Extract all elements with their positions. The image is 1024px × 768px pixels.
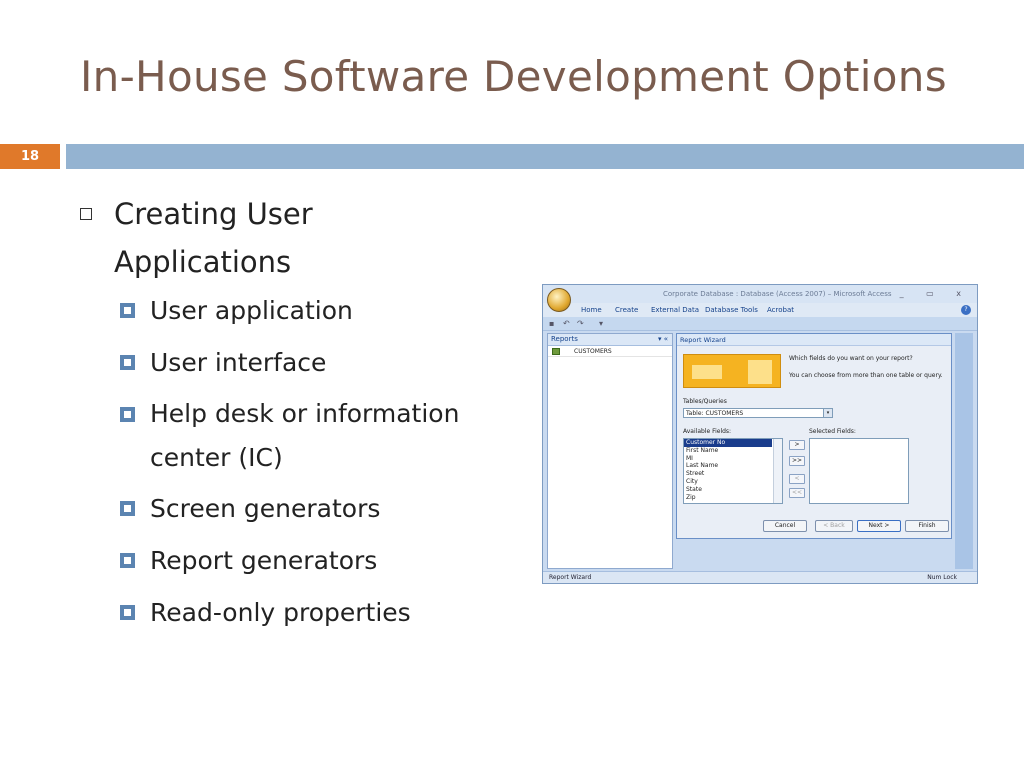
access-screenshot: Corporate Database : Database (Access 20… bbox=[542, 284, 978, 584]
navigation-pane: Reports ▾ « CUSTOMERS bbox=[547, 333, 673, 569]
window-caption: Corporate Database : Database (Access 20… bbox=[663, 290, 892, 298]
tables-label: Tables/Queries bbox=[683, 398, 727, 405]
status-bar: Report Wizard Num Lock bbox=[543, 571, 977, 583]
chevron-down-icon[interactable]: ▾ bbox=[823, 409, 832, 417]
sub-bullet-text: User application bbox=[150, 296, 353, 325]
slide-number: 18 bbox=[0, 144, 60, 169]
cancel-button[interactable]: Cancel bbox=[763, 520, 807, 532]
bullet-main-text: Creating User Applications bbox=[114, 197, 313, 279]
list-item[interactable]: Zip bbox=[684, 494, 782, 502]
help-icon[interactable]: ? bbox=[961, 305, 971, 315]
redo-icon[interactable]: ↷ bbox=[577, 319, 584, 328]
sub-bullet-text: Report generators bbox=[150, 546, 378, 575]
square-bullet-icon bbox=[120, 303, 135, 318]
selected-label: Selected Fields: bbox=[809, 428, 856, 435]
tab-home[interactable]: Home bbox=[581, 306, 602, 314]
available-fields-list[interactable]: Customer No First Name MI Last Name Stre… bbox=[683, 438, 783, 504]
list-item[interactable]: Customer No bbox=[684, 439, 772, 447]
ribbon-tabs: Home Create External Data Database Tools… bbox=[543, 303, 977, 317]
slide-title: In-House Software Development Options bbox=[80, 52, 947, 101]
tables-select-value: Table: CUSTOMERS bbox=[686, 410, 744, 417]
sub-bullet: Screen generators bbox=[120, 486, 520, 532]
sub-bullet: User application bbox=[120, 288, 520, 334]
finish-button[interactable]: Finish bbox=[905, 520, 949, 532]
next-button[interactable]: Next > bbox=[857, 520, 901, 532]
wizard-hint: You can choose from more than one table … bbox=[789, 372, 943, 379]
office-button-icon[interactable] bbox=[547, 288, 571, 312]
tab-database-tools[interactable]: Database Tools bbox=[705, 306, 758, 314]
wizard-titlebar: Report Wizard bbox=[677, 334, 951, 346]
table-icon bbox=[552, 348, 560, 355]
list-item[interactable]: State bbox=[684, 486, 782, 494]
sub-bullet-text: Read-only properties bbox=[150, 598, 411, 627]
undo-icon[interactable]: ↶ bbox=[563, 319, 570, 328]
customize-icon[interactable]: ▾ bbox=[599, 319, 603, 328]
list-item[interactable]: City bbox=[684, 478, 782, 486]
nav-header[interactable]: Reports ▾ « bbox=[548, 334, 672, 346]
list-item[interactable]: Street bbox=[684, 470, 782, 478]
sub-bullet: Report generators bbox=[120, 538, 520, 584]
wizard-question: Which fields do you want on your report? bbox=[789, 355, 913, 362]
wizard-illustration-icon bbox=[683, 354, 781, 388]
window-titlebar: Corporate Database : Database (Access 20… bbox=[543, 285, 977, 303]
ribbon-side-panel bbox=[955, 333, 973, 569]
remove-one-button[interactable]: < bbox=[789, 474, 805, 484]
sub-bullet-text: Help desk or information center (IC) bbox=[150, 399, 460, 472]
tab-acrobat[interactable]: Acrobat bbox=[767, 306, 794, 314]
back-button[interactable]: < Back bbox=[815, 520, 853, 532]
list-item[interactable]: MI bbox=[684, 455, 782, 463]
list-item[interactable]: First Name bbox=[684, 447, 782, 455]
header-bar bbox=[66, 144, 1024, 169]
square-bullet-icon bbox=[120, 407, 135, 422]
square-bullet-icon bbox=[120, 605, 135, 620]
window-controls[interactable]: _ ▭ x bbox=[900, 289, 971, 298]
move-one-button[interactable]: > bbox=[789, 440, 805, 450]
sub-bullet-text: Screen generators bbox=[150, 494, 381, 523]
sub-bullet: User interface bbox=[120, 340, 520, 386]
square-bullet-icon bbox=[120, 501, 135, 516]
square-bullet-icon bbox=[120, 355, 135, 370]
nav-item-customers[interactable]: CUSTOMERS bbox=[548, 346, 672, 357]
list-scrollbar[interactable] bbox=[773, 439, 782, 503]
nav-header-label: Reports bbox=[551, 335, 578, 343]
save-icon[interactable]: ▪ bbox=[549, 319, 554, 328]
report-wizard-dialog: Report Wizard Which fields do you want o… bbox=[676, 333, 952, 539]
bullet-main: Creating User Applications bbox=[80, 190, 520, 286]
available-label: Available Fields: bbox=[683, 428, 732, 435]
square-bullet-icon bbox=[120, 553, 135, 568]
nav-item-label: CUSTOMERS bbox=[574, 348, 612, 355]
quick-access-toolbar: ▪ ↶ ↷ ▾ bbox=[543, 317, 977, 331]
tab-create[interactable]: Create bbox=[615, 306, 638, 314]
status-left: Report Wizard bbox=[549, 574, 592, 581]
selected-fields-list[interactable] bbox=[809, 438, 909, 504]
tab-external-data[interactable]: External Data bbox=[651, 306, 699, 314]
list-item[interactable]: Last Name bbox=[684, 462, 782, 470]
sub-bullet-text: User interface bbox=[150, 348, 327, 377]
hollow-square-bullet-icon bbox=[80, 208, 92, 220]
sub-bullet: Read-only properties bbox=[120, 590, 520, 636]
sub-bullet: Help desk or information center (IC) bbox=[120, 392, 520, 480]
remove-all-button[interactable]: << bbox=[789, 488, 805, 498]
wizard-title: Report Wizard bbox=[680, 336, 726, 344]
status-right: Num Lock bbox=[927, 574, 957, 581]
move-all-button[interactable]: >> bbox=[789, 456, 805, 466]
tables-select[interactable]: Table: CUSTOMERS ▾ bbox=[683, 408, 833, 418]
bullet-list: Creating User Applications User applicat… bbox=[80, 190, 520, 642]
nav-arrows-icon[interactable]: ▾ « bbox=[658, 335, 668, 343]
